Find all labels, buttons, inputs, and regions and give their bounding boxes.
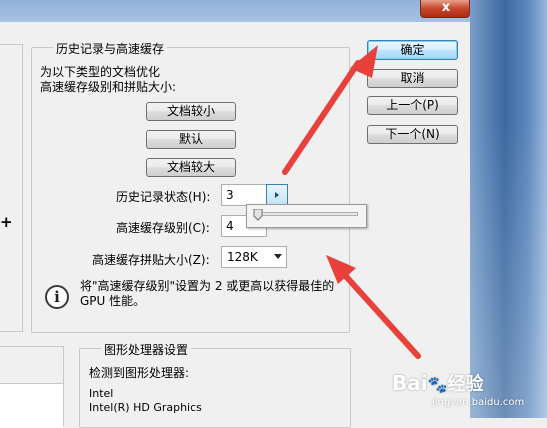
watermark-url: jingyan.baidu.com: [432, 397, 525, 408]
arrow-to-history-states: [326, 255, 421, 359]
arrow-to-ok-button: [282, 45, 378, 175]
annotation-arrows: [282, 45, 421, 359]
watermark-logo: Bai🐾经验: [392, 371, 484, 395]
